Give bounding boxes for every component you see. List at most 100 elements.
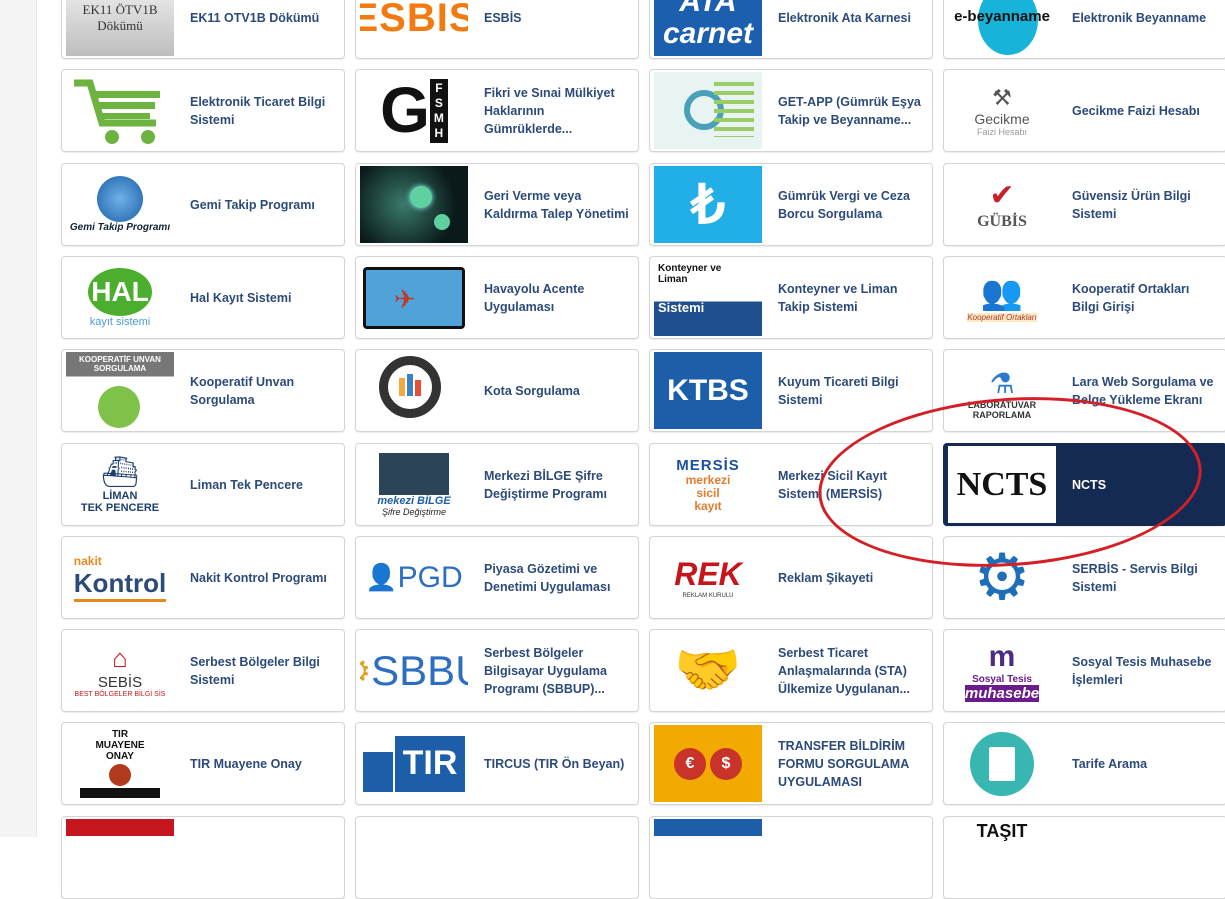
service-tile[interactable]: MERSİS merkezi sicil kayıt Merkezi Sicil Kay…	[649, 443, 933, 526]
service-label: Konteyner ve Liman Takip Sistemi	[778, 281, 898, 314]
service-grid: EK11 ÖTV1B DökümüEK11 OTV1B DökümüESBISE…	[0, 0, 1225, 899]
service-tile[interactable]: G F S M H Fikri ve Sınai Mülkiyet Haklarının …	[355, 69, 639, 152]
service-tile[interactable]: 👤 PGD Piyasa Gözetimi ve Denetimi Uygulama…	[355, 536, 639, 619]
service-label: NCTS	[1072, 477, 1107, 492]
service-tile[interactable]: HAL kayıt sistemi Hal Kayıt Sistemi	[61, 256, 345, 339]
service-label: Hal Kayıt Sistemi	[190, 290, 292, 305]
service-tile[interactable]: Elektronik Ticaret Bilgi Sistemi	[61, 69, 345, 152]
service-tile[interactable]: e-beyanname Elektronik Beyanname	[943, 0, 1225, 59]
service-tile[interactable]: ₺ Gümrük Vergi ve Ceza Borcu Sorgulama	[649, 163, 933, 246]
sebis-logo: ⌂ SEBİS BEST BÖLGELER BİLGİ SİS	[74, 643, 166, 698]
serbis-gear-logo: ⚙	[973, 541, 1031, 613]
service-tile[interactable]: ⚙ SERBİS - Servis Bilgi Sistemi	[943, 536, 1225, 619]
service-label: Kuyum Ticareti Bilgi Sistemi	[778, 374, 899, 407]
service-tile[interactable]: Konteyner ve Liman Takip Sistemi Konteyner v…	[649, 256, 933, 339]
sbbup-logo: ⚙SBBU	[360, 646, 468, 694]
kooperatif-ortaklari-logo: 👥 Kooperatif Ortakları	[967, 274, 1037, 322]
service-label: Kooperatif Ortakları Bilgi Girişi	[1072, 281, 1190, 314]
service-label: Merkezi BİLGE Şifre Değiştirme Programı	[484, 468, 607, 501]
liman-tek-pencere-logo: ⛴ LİMAN TEK PENCERE	[80, 456, 160, 514]
service-tile[interactable]: ⚙SBBU Serbest Bölgeler Bilgisayar Uygulam…	[355, 629, 639, 712]
service-tile[interactable]: ⚗ LABORATUVAR RAPORLAMA Lara Web Sorgulama …	[943, 349, 1225, 432]
service-label: Reklam Şikayeti	[778, 570, 874, 585]
service-tile[interactable]: ⚒ Gecikme Faizi Hesabı Gecikme Faizi Hesabı	[943, 69, 1225, 152]
service-tile[interactable]: EK11 ÖTV1B Dökümü EK11 OTV1B Dökümü	[61, 0, 345, 59]
tasit-logo: TAŞIT	[976, 821, 1028, 841]
esbis-logo: ESBIS	[360, 0, 468, 40]
service-tile[interactable]: ✈ Havayolu Acente Uygulaması	[355, 256, 639, 339]
service-tile[interactable]: NCTS NCTS	[943, 443, 1225, 526]
service-label: SERBİS - Servis Bilgi Sistemi	[1072, 561, 1198, 594]
service-tile[interactable]: GET-APP (Gümrük Eşya Takip ve Beyanname.…	[649, 69, 933, 152]
service-tile[interactable]: 🤝 Serbest Ticaret Anlaşmalarında (STA) Ül…	[649, 629, 933, 712]
service-tile[interactable]: 👥 Kooperatif Ortakları Kooperatif Ortaklar…	[943, 256, 1225, 339]
kota-chart-icon	[360, 352, 468, 429]
service-tile[interactable]: Kota Sorgulama	[355, 349, 639, 432]
service-tile[interactable]: TIR MUAYENE ONAY TIR Muayene Onay	[61, 722, 345, 805]
rek-logo: REK REKLAM KURULU	[674, 556, 742, 599]
tir-muayene-logo: TIR MUAYENE ONAY	[66, 725, 174, 802]
service-label: EK11 OTV1B Dökümü	[190, 10, 320, 25]
merkezi-bilge-logo: mekezi BİLGE Şifre Değiştirme	[360, 446, 468, 523]
service-label: Gemi Takip Programı	[190, 197, 315, 212]
service-label: Tarife Arama	[1072, 756, 1148, 771]
service-tile[interactable]: ESBIS ESBİS	[355, 0, 639, 59]
service-tile[interactable]	[61, 816, 345, 899]
get-app-logo	[654, 72, 762, 149]
mersis-logo: MERSİS merkezi sicil kayıt	[676, 456, 740, 513]
service-label: TIR Muayene Onay	[190, 756, 302, 771]
service-label: Elektronik Ticaret Bilgi Sistemi	[190, 94, 326, 127]
service-tile[interactable]: Geri Verme veya Kaldırma Talep Yönetimi	[355, 163, 639, 246]
service-tile[interactable]: nakit Kontrol Nakit Kontrol Programı	[61, 536, 345, 619]
service-label: Merkezi Sicil Kayıt Sistemi (MERSİS)	[778, 468, 888, 501]
service-label	[1072, 817, 1218, 898]
konteyner-takip-logo: Konteyner ve Liman Takip Sistemi	[654, 259, 762, 336]
ktbs-logo: KTBS	[654, 352, 762, 429]
ncts-logo: NCTS	[948, 446, 1056, 523]
service-tile[interactable]: TAŞIT	[943, 816, 1225, 899]
service-tile[interactable]: KOOPERATİF UNVAN SORGULAMA Kooperatif Unva…	[61, 349, 345, 432]
service-label: Geri Verme veya Kaldırma Talep Yönetimi	[484, 188, 629, 221]
service-label: Güvensiz Ürün Bilgi Sistemi	[1072, 188, 1191, 221]
service-tile[interactable]: Tarife Arama	[943, 722, 1225, 805]
service-label: Fikri ve Sınai Mülkiyet Haklarının Gümrü…	[484, 85, 615, 136]
service-label: ESBİS	[484, 10, 522, 25]
service-tile[interactable]: ⛴ LİMAN TEK PENCERE Liman Tek Pencere	[61, 443, 345, 526]
service-tile[interactable]: TIR TIRCUS (TIR Ön Beyan)	[355, 722, 639, 805]
partial-red-logo	[66, 819, 174, 896]
service-tile[interactable]: ATA carnet Elektronik Ata Karnesi	[649, 0, 933, 59]
service-tile[interactable]: mekezi BİLGE Şifre Değiştirme Merkezi BİLG…	[355, 443, 639, 526]
transfer-euro-dollar-logo: € $	[654, 725, 762, 802]
tarife-document-icon	[948, 725, 1056, 802]
service-label	[778, 817, 924, 898]
tircus-truck-logo: TIR	[360, 725, 468, 802]
e-beyanname-logo: e-beyanname	[948, 0, 1056, 56]
service-tile[interactable]	[649, 816, 933, 899]
service-tile[interactable]	[355, 816, 639, 899]
ata-carnet-logo: ATA carnet	[654, 0, 762, 56]
service-label: Elektronik Ata Karnesi	[778, 10, 911, 25]
service-tile[interactable]: REK REKLAM KURULU Reklam Şikayeti	[649, 536, 933, 619]
service-label: Kooperatif Unvan Sorgulama	[190, 374, 295, 407]
service-tile[interactable]: ⌂ SEBİS BEST BÖLGELER BİLGİ SİS Serbest Böl…	[61, 629, 345, 712]
service-label: Serbest Bölgeler Bilgi Sistemi	[190, 654, 320, 687]
gemi-takip-logo: Gemi Takip Programı	[66, 166, 174, 243]
laboratuvar-logo: ⚗ LABORATUVAR RAPORLAMA	[967, 368, 1037, 420]
hal-kayit-logo: HAL kayıt sistemi	[66, 259, 174, 336]
service-label: TIRCUS (TIR Ön Beyan)	[484, 756, 625, 771]
service-label: Lara Web Sorgulama ve Belge Yükleme Ekra…	[1072, 374, 1214, 407]
service-tile[interactable]: m Sosyal Tesis muhasebe Sosyal Tesis Muhase…	[943, 629, 1225, 712]
sosyal-tesis-logo: m Sosyal Tesis muhasebe	[964, 639, 1040, 702]
gfsmh-logo: GFSMH	[360, 72, 468, 149]
service-tile[interactable]: Gemi Takip Programı Gemi Takip Programı	[61, 163, 345, 246]
service-tile[interactable]: KTBS Kuyum Ticareti Bilgi Sistemi	[649, 349, 933, 432]
service-label: Elektronik Beyanname	[1072, 10, 1207, 25]
virus-image	[360, 166, 468, 243]
gubis-logo: ✔ GÜBİS	[977, 179, 1027, 230]
shopping-cart-icon	[66, 72, 174, 149]
lira-icon: ₺	[654, 166, 762, 243]
service-label: Kota Sorgulama	[484, 383, 580, 398]
service-tile[interactable]: ✔ GÜBİS Güvensiz Ürün Bilgi Sistemi	[943, 163, 1225, 246]
service-tile[interactable]: € $ TRANSFER BİLDİRİM FORMU SORGULAMA UYGU…	[649, 722, 933, 805]
service-label	[190, 817, 336, 898]
